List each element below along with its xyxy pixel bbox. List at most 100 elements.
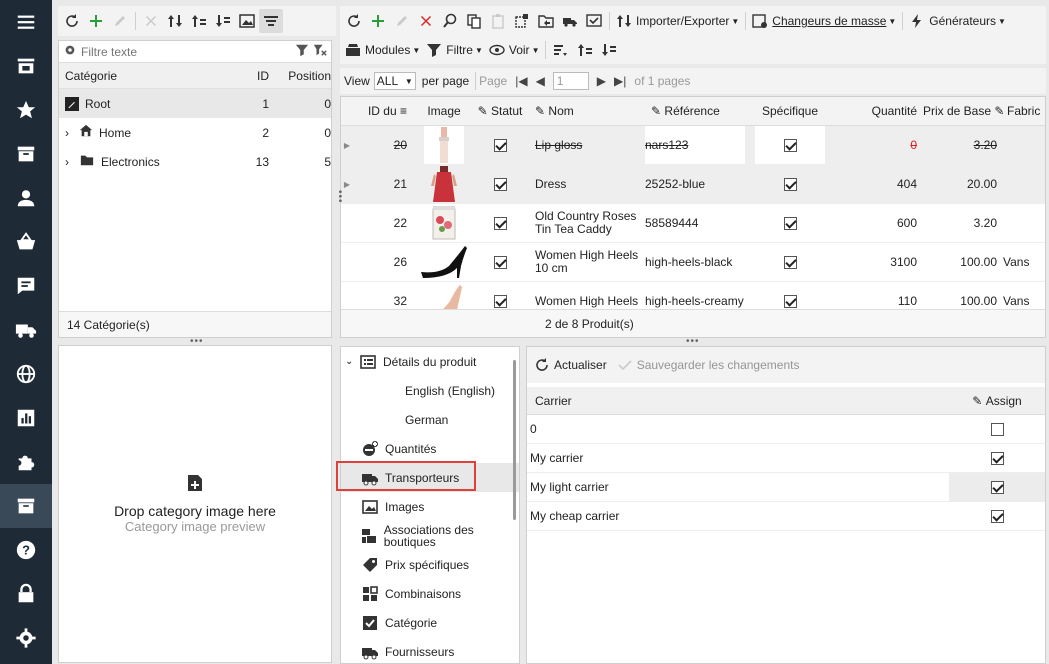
tree-item-images[interactable]: Images — [341, 492, 519, 521]
product-reference[interactable]: nars123 — [645, 126, 749, 164]
col-nom[interactable]: ✎ Nom — [527, 104, 645, 118]
tree-item-shop-associations[interactable]: Associations des boutiques — [341, 521, 519, 550]
col-image[interactable]: Image — [415, 104, 473, 118]
chevron-down-icon[interactable]: ⌄ — [345, 356, 359, 367]
truck-check-icon[interactable] — [558, 9, 582, 33]
product-quantity[interactable]: 404 — [831, 177, 923, 191]
product-name[interactable]: Lip gloss — [527, 138, 645, 152]
statut-checkbox[interactable] — [473, 216, 527, 230]
sort-icon[interactable] — [163, 9, 187, 33]
category-row[interactable]: › Home 2 0 — [59, 118, 331, 147]
refresh-button[interactable]: Actualiser — [531, 353, 610, 377]
specifique-checkbox[interactable] — [749, 216, 831, 230]
col-quantite[interactable]: Quantité — [831, 104, 923, 118]
refresh-icon[interactable] — [60, 9, 84, 33]
assign-checkbox[interactable] — [949, 415, 1045, 444]
splitter-handle-vertical[interactable]: ••• — [334, 190, 345, 204]
help-icon[interactable]: ? — [0, 528, 52, 572]
statut-checkbox[interactable] — [473, 255, 527, 269]
category-row[interactable]: › Electronics 13 5 — [59, 147, 331, 176]
catalog-icon[interactable] — [0, 484, 52, 528]
first-page-icon[interactable]: |◀ — [515, 74, 527, 88]
prev-page-icon[interactable]: ◀ — [536, 74, 545, 88]
col-carrier[interactable]: Carrier — [527, 394, 949, 408]
edit-icon[interactable] — [390, 9, 414, 33]
product-reference[interactable]: 58589444 — [645, 216, 749, 230]
table-row[interactable]: 26 Women High Heels 10 cm high-heels-bla… — [341, 243, 1045, 282]
col-id[interactable]: ID du ≡ — [353, 104, 415, 118]
delete-icon[interactable] — [414, 9, 438, 33]
lock-icon[interactable] — [0, 572, 52, 616]
tree-item-quantities[interactable]: Quantités — [341, 434, 519, 463]
assign-checkbox[interactable] — [949, 444, 1045, 473]
tree-item-german[interactable]: German — [341, 405, 519, 434]
settings-icon[interactable] — [0, 616, 52, 660]
product-price[interactable]: 20.00 — [923, 177, 1003, 191]
image-edit-icon[interactable] — [235, 9, 259, 33]
generators-menu[interactable]: Générateurs ▼ — [906, 9, 1009, 33]
product-reference[interactable]: high-heels-black — [645, 255, 749, 269]
next-page-icon[interactable]: ▶ — [597, 74, 606, 88]
tree-item-specific-prices[interactable]: Prix spécifiques — [341, 550, 519, 579]
specifique-checkbox[interactable] — [749, 177, 831, 191]
tree-item-suppliers[interactable]: Fournisseurs — [341, 637, 519, 663]
carrier-row[interactable]: My light carrier — [527, 472, 1045, 502]
product-quantity[interactable]: 110 — [831, 294, 923, 308]
carrier-row[interactable]: 0 — [527, 415, 1045, 444]
product-price[interactable]: 100.00 — [923, 294, 1003, 308]
filter-icon[interactable] — [295, 43, 309, 60]
product-quantity[interactable]: 0 — [831, 138, 923, 152]
chart-icon[interactable] — [0, 396, 52, 440]
table-row[interactable]: ▶ 21 Dress 25252-blue 404 20.00 — [341, 165, 1045, 204]
search-icon[interactable] — [438, 9, 462, 33]
specifique-checkbox[interactable] — [749, 126, 831, 164]
clear-filter-icon[interactable] — [313, 43, 327, 60]
move-down-icon[interactable] — [211, 9, 235, 33]
filter-menu[interactable]: Filtre ▼ — [423, 38, 486, 62]
col-statut[interactable]: ✎ Statut — [473, 104, 527, 118]
statut-checkbox[interactable] — [473, 294, 527, 308]
duplicate-icon[interactable] — [510, 9, 534, 33]
col-id[interactable]: ID — [239, 69, 269, 83]
product-name[interactable]: Old Country Roses Tin Tea Caddy — [527, 210, 645, 236]
save-changes-button[interactable]: Sauvegarder les changements — [614, 353, 803, 377]
col-assign[interactable]: ✎ Assign — [949, 394, 1045, 408]
tree-item-details[interactable]: ⌄ Détails du produit — [341, 347, 519, 376]
tree-scrollbar[interactable] — [513, 360, 516, 520]
star-icon[interactable] — [0, 88, 52, 132]
store-icon[interactable] — [0, 44, 52, 88]
statut-checkbox[interactable] — [473, 138, 527, 152]
col-position[interactable]: Position — [269, 69, 331, 83]
move-folder-icon[interactable] — [534, 9, 558, 33]
product-price[interactable]: 100.00 — [923, 255, 1003, 269]
tree-item-category[interactable]: Catégorie — [341, 608, 519, 637]
carrier-row[interactable]: My cheap carrier — [527, 502, 1045, 531]
move-up-icon[interactable] — [573, 38, 597, 62]
comment-icon[interactable] — [0, 264, 52, 308]
assign-checkbox[interactable] — [949, 472, 1045, 502]
edit-icon[interactable] — [108, 9, 132, 33]
sort-alpha-icon[interactable] — [549, 38, 573, 62]
category-row[interactable]: Root 1 0 — [59, 89, 331, 118]
product-reference[interactable]: 25252-blue — [645, 177, 749, 191]
table-row[interactable]: 22 Old Country Roses Tin Tea Caddy 58589… — [341, 204, 1045, 243]
col-reference[interactable]: ✎ Référence — [645, 104, 749, 118]
product-price[interactable]: 3.20 — [923, 216, 1003, 230]
product-quantity[interactable]: 600 — [831, 216, 923, 230]
move-down-icon[interactable] — [597, 38, 621, 62]
paste-icon[interactable] — [486, 9, 510, 33]
expand-icon[interactable]: › — [65, 126, 79, 140]
col-prix[interactable]: Prix de Base ✎ — [923, 104, 1004, 118]
statut-checkbox[interactable] — [473, 177, 527, 191]
move-up-icon[interactable] — [187, 9, 211, 33]
modules-menu[interactable]: Modules ▼ — [342, 38, 423, 62]
gear-icon[interactable] — [63, 43, 77, 60]
add-icon[interactable] — [84, 9, 108, 33]
product-reference[interactable]: high-heels-creamy — [645, 294, 749, 308]
page-input[interactable]: 1 — [552, 72, 589, 90]
assign-checkbox[interactable] — [949, 502, 1045, 531]
product-quantity[interactable]: 3100 — [831, 255, 923, 269]
specifique-checkbox[interactable] — [749, 255, 831, 269]
inbox-icon[interactable] — [0, 132, 52, 176]
specifique-checkbox[interactable] — [749, 294, 831, 308]
